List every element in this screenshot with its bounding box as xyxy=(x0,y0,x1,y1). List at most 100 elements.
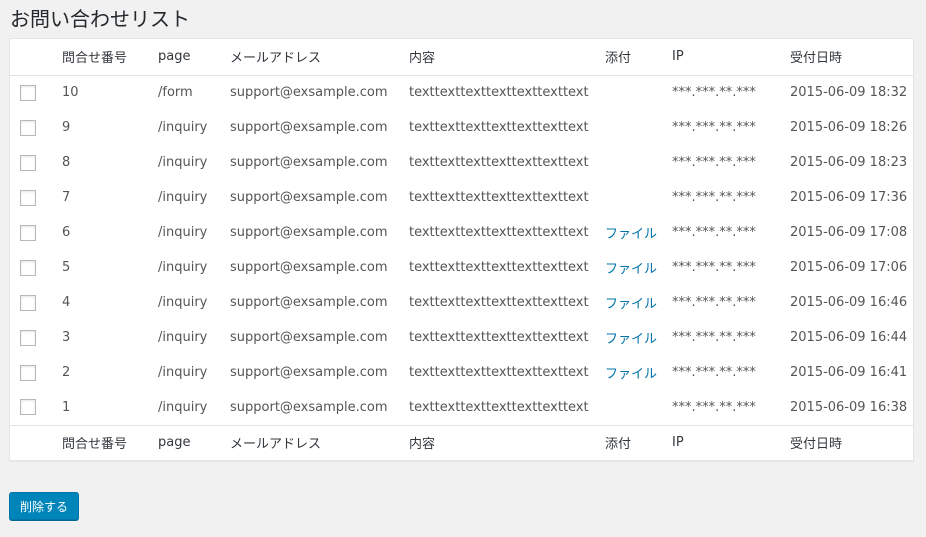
cell-ip: ***.***.**.*** xyxy=(672,120,756,135)
cell-email: support@exsample.com xyxy=(230,295,388,310)
column-header-date[interactable]: 受付日時 xyxy=(790,39,913,75)
cell-page: /inquiry xyxy=(158,155,208,170)
cell-content: texttexttexttexttexttexttext xyxy=(409,399,589,415)
cell-content: texttexttexttexttexttexttext xyxy=(409,190,589,205)
column-footer-number[interactable]: 問合せ番号 xyxy=(62,425,158,460)
cell-attachment xyxy=(605,180,672,215)
cell-date: 2015-06-09 17:06 xyxy=(790,260,908,275)
cell-date: 2015-06-09 16:44 xyxy=(790,330,908,345)
cell-number: 2 xyxy=(62,365,71,380)
cell-attachment xyxy=(605,75,672,110)
cell-attachment: ファイル xyxy=(605,250,672,285)
table-row: 1/inquiry support@exsample.com texttexttex… xyxy=(10,390,913,425)
attachment-file-link[interactable]: ファイル xyxy=(605,332,657,347)
footer-checkbox-cell xyxy=(10,425,62,460)
cell-content: texttexttexttexttexttexttext xyxy=(409,330,589,345)
row-checkbox[interactable] xyxy=(20,329,36,346)
delete-button[interactable]: 削除する xyxy=(9,492,80,520)
cell-date: 2015-06-09 18:32 xyxy=(790,85,908,101)
cell-email: support@exsample.com xyxy=(230,155,388,170)
table-row: 3/inquiry support@exsample.com texttexttex… xyxy=(10,320,913,355)
row-checkbox[interactable] xyxy=(20,84,36,101)
row-checkbox-cell xyxy=(10,110,62,145)
column-header-ip[interactable]: IP xyxy=(672,39,790,75)
column-footer-page[interactable]: page xyxy=(158,425,230,460)
cell-ip: ***.***.**.*** xyxy=(672,399,756,415)
table-row: 8/inquiry support@exsample.com texttexttex… xyxy=(10,145,913,180)
column-header-attachment[interactable]: 添付 xyxy=(605,39,672,75)
row-checkbox[interactable] xyxy=(20,294,36,311)
cell-page: /inquiry xyxy=(158,190,208,205)
cell-ip: ***.***.**.*** xyxy=(672,155,756,170)
row-checkbox[interactable] xyxy=(20,364,36,381)
attachment-file-link[interactable]: ファイル xyxy=(605,367,657,382)
cell-page: /inquiry xyxy=(158,399,208,415)
row-checkbox[interactable] xyxy=(20,399,36,416)
cell-date: 2015-06-09 17:36 xyxy=(790,190,908,205)
inquiry-list-panel: 問合せ番号 page メールアドレス 内容 添付 IP 受付日時 10/form… xyxy=(9,38,914,461)
row-checkbox-cell xyxy=(10,390,62,425)
cell-date: 2015-06-09 17:08 xyxy=(790,225,908,240)
attachment-file-link[interactable]: ファイル xyxy=(605,262,657,277)
cell-attachment xyxy=(605,145,672,180)
row-checkbox[interactable] xyxy=(20,259,36,276)
table-row: 5/inquiry support@exsample.com texttexttex… xyxy=(10,250,913,285)
row-checkbox-cell xyxy=(10,320,62,355)
cell-ip: ***.***.**.*** xyxy=(672,260,756,275)
table-row: 10/form support@exsample.com texttexttextt… xyxy=(10,75,913,110)
cell-number: 7 xyxy=(62,190,71,205)
attachment-file-link[interactable]: ファイル xyxy=(605,227,657,242)
row-checkbox[interactable] xyxy=(20,119,36,136)
cell-number: 1 xyxy=(62,399,71,415)
cell-number: 4 xyxy=(62,295,71,310)
cell-attachment xyxy=(605,390,672,425)
column-footer-email[interactable]: メールアドレス xyxy=(230,425,409,460)
cell-ip: ***.***.**.*** xyxy=(672,225,756,240)
cell-number: 10 xyxy=(62,85,79,101)
row-checkbox-cell xyxy=(10,355,62,390)
row-checkbox[interactable] xyxy=(20,154,36,171)
cell-email: support@exsample.com xyxy=(230,260,388,275)
table-row: 2/inquiry support@exsample.com texttexttex… xyxy=(10,355,913,390)
header-checkbox-cell xyxy=(10,39,62,75)
cell-page: /form xyxy=(158,85,193,101)
cell-page: /inquiry xyxy=(158,260,208,275)
cell-content: texttexttexttexttexttexttext xyxy=(409,260,589,275)
attachment-file-link[interactable]: ファイル xyxy=(605,297,657,312)
table-header-row: 問合せ番号 page メールアドレス 内容 添付 IP 受付日時 xyxy=(10,39,913,75)
cell-date: 2015-06-09 16:38 xyxy=(790,399,908,415)
column-header-page[interactable]: page xyxy=(158,39,230,75)
cell-email: support@exsample.com xyxy=(230,120,388,135)
column-header-content[interactable]: 内容 xyxy=(409,39,605,75)
cell-attachment: ファイル xyxy=(605,215,672,250)
row-checkbox[interactable] xyxy=(20,189,36,206)
column-footer-content[interactable]: 内容 xyxy=(409,425,605,460)
row-checkbox[interactable] xyxy=(20,224,36,241)
cell-content: texttexttexttexttexttexttext xyxy=(409,225,589,240)
column-footer-attachment[interactable]: 添付 xyxy=(605,425,672,460)
table-row: 7/inquiry support@exsample.com texttexttex… xyxy=(10,180,913,215)
cell-ip: ***.***.**.*** xyxy=(672,330,756,345)
cell-ip: ***.***.**.*** xyxy=(672,85,756,101)
column-footer-date[interactable]: 受付日時 xyxy=(790,425,913,460)
cell-email: support@exsample.com xyxy=(230,399,388,415)
row-checkbox-cell xyxy=(10,215,62,250)
cell-content: texttexttexttexttexttexttext xyxy=(409,155,589,170)
cell-number: 3 xyxy=(62,330,71,345)
row-checkbox-cell xyxy=(10,180,62,215)
cell-ip: ***.***.**.*** xyxy=(672,295,756,310)
cell-content: texttexttexttexttexttexttext xyxy=(409,295,589,310)
cell-attachment: ファイル xyxy=(605,320,672,355)
cell-number: 6 xyxy=(62,225,71,240)
cell-number: 9 xyxy=(62,120,71,135)
cell-page: /inquiry xyxy=(158,365,208,380)
table-footer-row: 問合せ番号 page メールアドレス 内容 添付 IP 受付日時 xyxy=(10,425,913,460)
column-footer-ip[interactable]: IP xyxy=(672,425,790,460)
row-checkbox-cell xyxy=(10,75,62,110)
column-header-email[interactable]: メールアドレス xyxy=(230,39,409,75)
cell-email: support@exsample.com xyxy=(230,85,388,101)
row-checkbox-cell xyxy=(10,250,62,285)
cell-attachment: ファイル xyxy=(605,355,672,390)
cell-page: /inquiry xyxy=(158,295,208,310)
column-header-number[interactable]: 問合せ番号 xyxy=(62,39,158,75)
